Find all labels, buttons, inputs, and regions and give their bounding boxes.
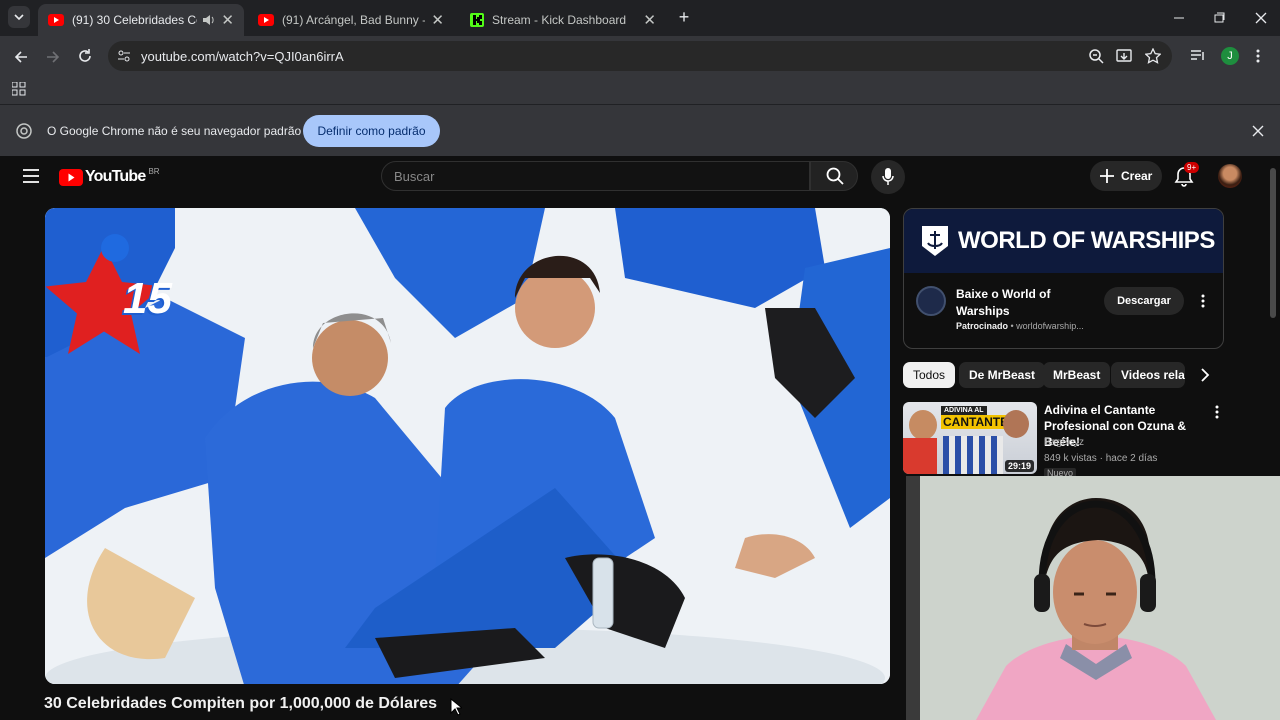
sponsored-ad-card[interactable]: WORLD OF WARSHIPS Baixe o World of Warsh… [903, 208, 1224, 349]
close-tab-icon[interactable]: ✕ [431, 11, 444, 29]
bookmark-star-icon[interactable] [1145, 48, 1161, 64]
thumb-face [1003, 410, 1029, 438]
bookmarks-bar [0, 76, 1280, 104]
video-badge-number: 15 [123, 274, 172, 323]
tab-title: (91) Arcángel, Bad Bunny - Me Acostumbré [282, 13, 425, 27]
browser-toolbar: youtube.com/watch?v=QJI0an6irrA J [0, 36, 1280, 76]
recommended-channel[interactable]: BagBoyz [1044, 437, 1084, 448]
youtube-play-logo-icon [59, 168, 83, 186]
chip-related[interactable]: Videos relacionados [1111, 362, 1185, 388]
webcam-overlay [906, 476, 1280, 720]
address-bar[interactable]: youtube.com/watch?v=QJI0an6irrA [108, 41, 1172, 71]
install-app-icon[interactable] [1116, 48, 1132, 64]
plus-icon [1100, 169, 1114, 183]
tab-title: Stream - Kick Dashboard [492, 13, 627, 27]
reload-icon[interactable] [76, 47, 94, 65]
zoom-icon[interactable] [1088, 48, 1104, 64]
close-tab-icon[interactable]: ✕ [643, 11, 656, 29]
apps-grid-icon[interactable] [12, 82, 26, 96]
mouse-cursor-icon [450, 698, 462, 716]
youtube-favicon-icon [258, 14, 274, 26]
logo-text: YouTube [85, 168, 146, 185]
minimize-icon [1174, 17, 1184, 19]
speaker-icon [203, 15, 215, 25]
tab-strip: (91) 30 Celebridades Compiten por 1,000,… [0, 0, 1280, 36]
url-text: youtube.com/watch?v=QJI0an6irrA [141, 49, 344, 64]
close-icon [1255, 12, 1267, 24]
close-tab-icon[interactable]: ✕ [221, 11, 234, 29]
create-button[interactable]: Crear [1090, 161, 1162, 191]
chip-from-mrbeast[interactable]: De MrBeast [959, 362, 1046, 388]
ad-logo [916, 286, 946, 316]
youtube-favicon-icon [48, 14, 64, 26]
microphone-icon [882, 168, 894, 185]
page-scrollbar[interactable] [1270, 168, 1276, 318]
chevron-down-icon [14, 14, 24, 21]
recommended-meta: 849 k vistas · hace 2 días [1044, 453, 1158, 464]
tab-music-video[interactable]: (91) Arcángel, Bad Bunny - Me Acostumbré… [248, 4, 454, 36]
ad-download-button[interactable]: Descargar [1104, 287, 1184, 315]
menu-kebab-icon[interactable] [1255, 47, 1261, 65]
account-avatar[interactable] [1218, 164, 1242, 188]
search-placeholder: Buscar [394, 169, 435, 184]
tab-youtube-video[interactable]: (91) 30 Celebridades Compiten por 1,000,… [38, 4, 244, 36]
ad-banner-text: WORLD OF WARSHIPS [958, 227, 1215, 254]
voice-search-button[interactable] [871, 160, 905, 194]
kick-favicon-icon [470, 13, 484, 27]
default-browser-infobar: O Google Chrome não é seu navegador padr… [0, 104, 1280, 156]
ad-title: Baixe o World of Warships [956, 287, 1051, 318]
notification-badge: 9+ [1184, 162, 1200, 173]
anchor-logo-icon [922, 226, 948, 256]
more-vert-icon [1256, 49, 1260, 63]
restore-icon [1214, 12, 1225, 23]
notifications-button[interactable]: 9+ [1174, 162, 1200, 188]
webcam-feed [906, 476, 1280, 720]
chevron-right-icon[interactable] [1199, 367, 1211, 383]
more-vert-icon[interactable] [1200, 293, 1206, 309]
tab-title: (91) 30 Celebridades Compiten por 1,000,… [72, 13, 197, 27]
restore-button[interactable] [1210, 9, 1228, 27]
youtube-page: YouTube BR Buscar Crear 9+ 15 30 Celebri… [0, 156, 1280, 720]
new-tab-button[interactable]: + [674, 7, 694, 27]
thumb-person [903, 438, 937, 474]
media-controls-icon[interactable] [1190, 48, 1206, 64]
site-info-icon[interactable] [116, 48, 132, 64]
search-icon [826, 167, 844, 185]
thumb-group [943, 436, 1003, 474]
close-icon[interactable] [1252, 125, 1264, 137]
chip-mrbeast[interactable]: MrBeast [1043, 362, 1111, 388]
tab-kick-dashboard[interactable]: Stream - Kick Dashboard ✕ [460, 4, 666, 36]
thumb-text-top: ADIVINA AL [941, 406, 987, 415]
more-vert-icon[interactable] [1214, 404, 1220, 420]
create-label: Crear [1121, 169, 1153, 183]
set-default-button[interactable]: Definir como padrão [303, 115, 440, 147]
close-window-button[interactable] [1252, 9, 1270, 27]
minimize-button[interactable] [1170, 9, 1188, 27]
video-title: 30 Celebridades Compiten por 1,000,000 d… [44, 695, 438, 712]
search-box[interactable]: Buscar [381, 161, 810, 191]
recommended-thumbnail[interactable]: ADIVINA AL CANTANTE 29:19 [903, 402, 1037, 474]
ad-domain: worldofwarship... [1016, 321, 1084, 331]
thumb-text-bottom: CANTANTE [941, 415, 1011, 429]
chip-all[interactable]: Todos [903, 362, 956, 388]
hamburger-menu-icon[interactable] [22, 169, 40, 183]
infobar-message: O Google Chrome não é seu navegador padr… [47, 124, 302, 138]
video-duration: 29:19 [1004, 460, 1034, 472]
video-player[interactable]: 15 [45, 208, 890, 684]
profile-avatar[interactable]: J [1221, 47, 1239, 65]
thumb-face [909, 410, 937, 440]
chrome-logo-icon [16, 123, 32, 139]
forward-arrow-icon[interactable] [44, 48, 62, 66]
ad-banner[interactable]: WORLD OF WARSHIPS [904, 209, 1223, 273]
back-arrow-icon[interactable] [12, 48, 30, 66]
ad-meta: Patrocinado • worldofwarship... [956, 321, 1084, 331]
recommended-video[interactable]: ADIVINA AL CANTANTE 29:19 Adivina el Can… [903, 402, 1233, 478]
youtube-logo[interactable]: YouTube BR [59, 167, 160, 187]
tab-search-button[interactable] [8, 6, 30, 28]
region-code: BR [148, 167, 160, 176]
ad-sponsored-label: Patrocinado [956, 321, 1009, 331]
search-button[interactable] [810, 161, 858, 191]
